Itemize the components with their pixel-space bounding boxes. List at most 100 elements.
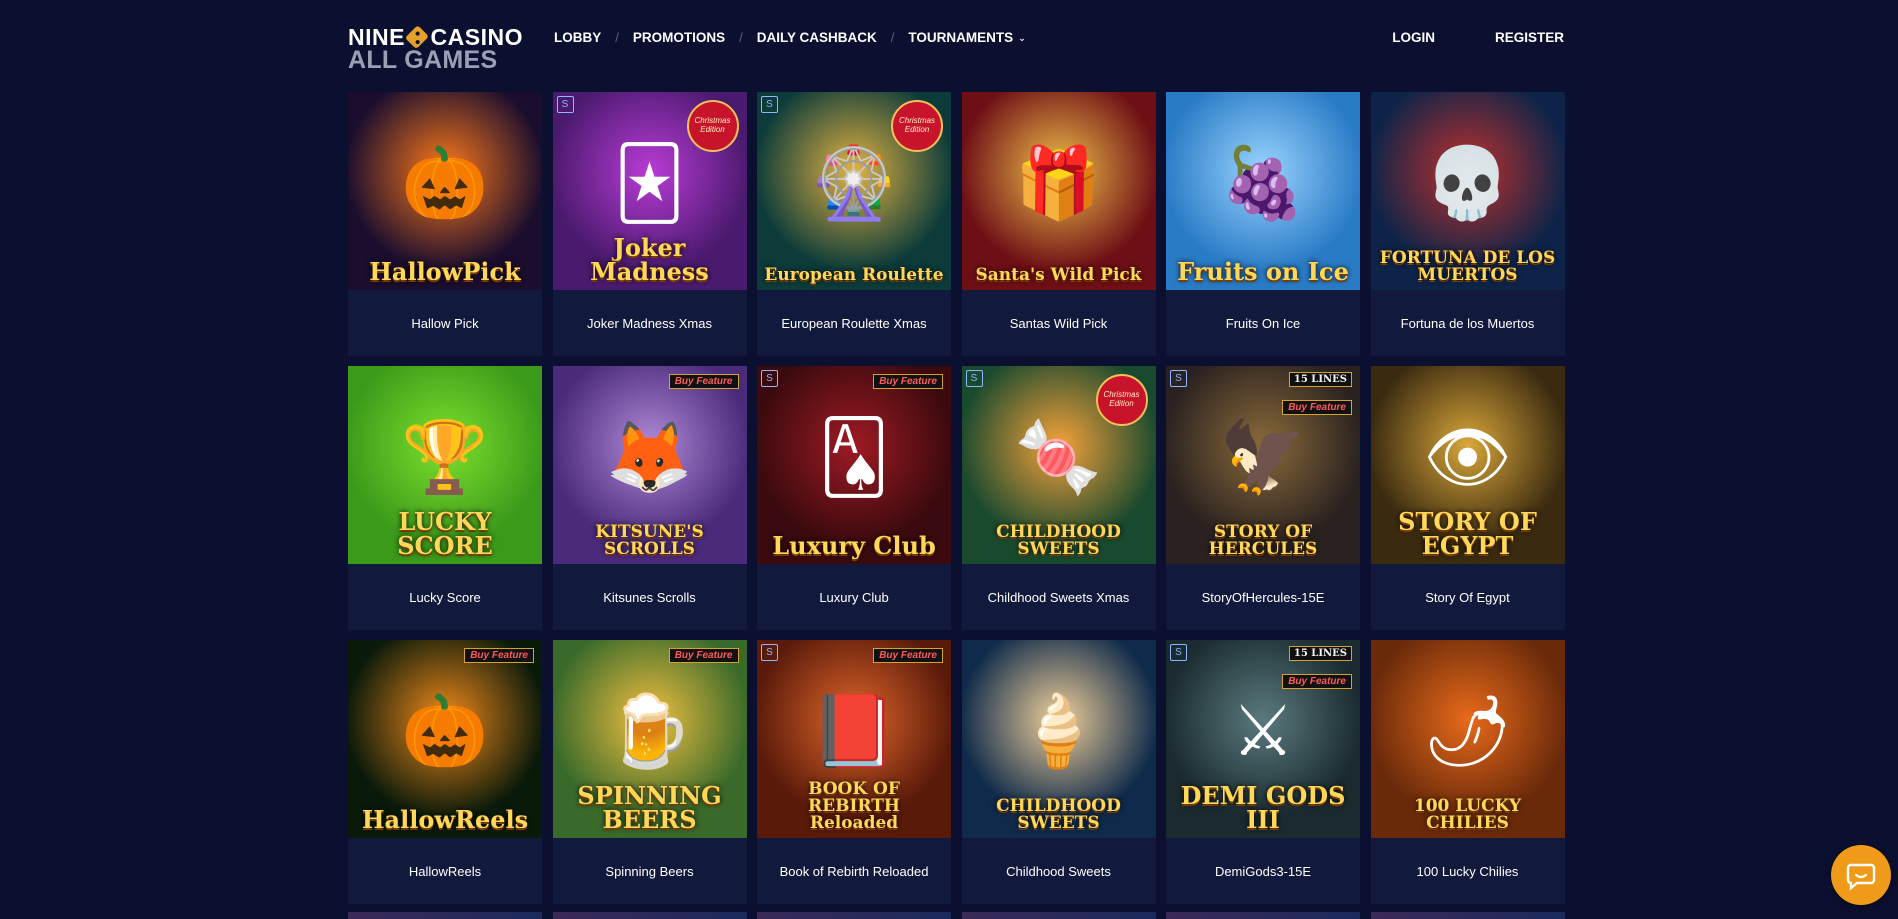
game-thumbnail[interactable]: 🃏 S Christmas Edition Joker Madness	[552, 92, 747, 290]
game-thumbnail[interactable]: 🂡 S Buy Feature Luxury Club	[757, 366, 951, 564]
game-card[interactable]: 🍺 Buy Feature SPINNING BEERS Spinning Beers	[552, 640, 747, 904]
main-nav: LOBBY / PROMOTIONS / DAILY CASHBACK / TO…	[554, 30, 1026, 45]
game-card[interactable]: 🦊 Buy Feature KITSUNE'S SCROLLS Kitsunes Sc…	[552, 366, 747, 630]
nav-separator: /	[890, 30, 895, 45]
sweets-icon: 🍬	[1014, 418, 1103, 497]
game-title: HallowReels	[408, 863, 482, 879]
game-logo-text: HallowPick	[369, 257, 521, 286]
game-card-partial[interactable]	[961, 912, 1156, 919]
lines-badge: 15 LINES	[1288, 646, 1352, 661]
nav-tournaments-label: TOURNAMENTS	[908, 30, 1014, 45]
game-card[interactable]: 🎃 Buy Feature HallowReels HallowReels	[348, 640, 542, 904]
game-title: DemiGods3-15E	[1214, 863, 1312, 879]
game-card[interactable]: 🂡 S Buy Feature Luxury Club Luxury Club	[757, 366, 951, 630]
game-thumbnail[interactable]: 🍬 S Christmas Edition CHILDHOOD SWEETS	[961, 366, 1156, 564]
game-title: Kitsunes Scrolls	[603, 589, 696, 605]
game-thumbnail[interactable]: ⚔ S 15 LINES Buy Feature DEMI GODS III	[1166, 640, 1360, 838]
game-thumbnail[interactable]: 🎁 Santa's Wild Pick	[961, 92, 1156, 290]
game-title: Fortuna de los Muertos	[1400, 315, 1535, 331]
pumpkin-icon: 🎃	[401, 692, 489, 771]
buy-feature-badge: Buy Feature	[464, 648, 534, 663]
game-card[interactable]: 🍬 S Christmas Edition CHILDHOOD SWEETS Child…	[961, 366, 1156, 630]
game-card[interactable]: 💀 FORTUNA DE LOS MUERTOS Fortuna de los Mu…	[1370, 92, 1565, 356]
game-logo-text: SPINNING BEERS	[577, 781, 722, 834]
pumpkin-icon: 🎃	[401, 144, 489, 223]
game-logo-text: Luxury Club	[772, 531, 936, 560]
game-thumbnail[interactable]: 🎃 HallowPick	[348, 92, 542, 290]
game-card[interactable]: 🌶 100 LUCKY CHILIES 100 Lucky Chilies	[1370, 640, 1565, 904]
buy-feature-badge: Buy Feature	[1282, 674, 1352, 689]
game-title: 100 Lucky Chilies	[1416, 863, 1519, 879]
game-thumbnail[interactable]: 📕 S Buy Feature BOOK OF REBIRTH Reloaded	[757, 640, 951, 838]
game-card-partial[interactable]	[348, 912, 542, 919]
game-thumbnail[interactable]: 🎃 Buy Feature HallowReels	[348, 640, 542, 838]
page-container: NINE CASINO ALL GAMES LOBBY / PROMOTIONS…	[348, 0, 1565, 919]
chevron-down-icon: ⌄	[1018, 33, 1026, 43]
game-card-partial[interactable]	[552, 912, 747, 919]
christmas-edition-badge: Christmas Edition	[686, 100, 739, 152]
nav-lobby[interactable]: LOBBY	[554, 30, 601, 45]
game-title: StoryOfHercules-15E	[1201, 589, 1325, 605]
game-thumbnail[interactable]: 🌶 100 LUCKY CHILIES	[1370, 640, 1565, 838]
game-logo-text: LUCKY SCORE	[397, 507, 493, 560]
game-title: Joker Madness Xmas	[587, 315, 712, 331]
chat-button[interactable]	[1831, 845, 1891, 905]
game-title: Lucky Score	[409, 589, 481, 605]
buy-feature-badge: Buy Feature	[873, 648, 943, 663]
game-card[interactable]: 👁 STORY OF EGYPT Story Of Egypt	[1370, 366, 1565, 630]
game-thumbnail[interactable]: 🍺 Buy Feature SPINNING BEERS	[552, 640, 747, 838]
game-card[interactable]: 🃏 S Christmas Edition Joker Madness Joker Ma…	[552, 92, 747, 356]
buy-feature-badge: Buy Feature	[873, 374, 943, 389]
game-card-partial[interactable]	[1166, 912, 1360, 919]
game-card[interactable]: ⚔ S 15 LINES Buy Feature DEMI GODS III DemiGo…	[1166, 640, 1360, 904]
game-logo-text: FORTUNA DE LOS MUERTOS	[1379, 248, 1556, 285]
game-card[interactable]: 🦅 S 15 LINES Buy Feature STORY OF HERCULES St…	[1166, 366, 1360, 630]
game-logo-text: Santa's Wild Pick	[975, 265, 1142, 285]
sweets-icon: 🍦	[1014, 692, 1103, 771]
provider-badge: S	[761, 644, 778, 661]
game-card[interactable]: 🍦 CHILDHOOD SWEETS Childhood Sweets	[961, 640, 1156, 904]
game-card-partial[interactable]	[757, 912, 951, 919]
nav-promotions[interactable]: PROMOTIONS	[633, 30, 725, 45]
game-thumbnail[interactable]: 👁 STORY OF EGYPT	[1370, 366, 1565, 564]
game-card-partial[interactable]	[1370, 912, 1565, 919]
game-logo-text: European Roulette	[764, 265, 944, 285]
game-thumbnail[interactable]: 🦅 S 15 LINES Buy Feature STORY OF HERCULES	[1166, 366, 1360, 564]
game-thumbnail[interactable]: 🍦 CHILDHOOD SWEETS	[961, 640, 1156, 838]
lines-badge: 15 LINES	[1288, 372, 1352, 387]
site-logo[interactable]: NINE CASINO ALL GAMES	[348, 24, 523, 73]
chat-bubble-icon	[1846, 863, 1876, 891]
next-row-peek	[348, 912, 1565, 919]
game-card[interactable]: 🎃 HallowPick Hallow Pick	[348, 92, 542, 356]
game-title: Childhood Sweets	[1006, 863, 1111, 879]
roulette-icon: 🎡	[810, 144, 898, 223]
game-card[interactable]: 🏆 LUCKY SCORE Lucky Score	[348, 366, 542, 630]
game-logo-text: STORY OF EGYPT	[1398, 507, 1537, 560]
game-logo-text: CHILDHOOD SWEETS	[996, 522, 1121, 559]
buy-feature-badge: Buy Feature	[668, 374, 739, 389]
provider-badge: S	[1170, 644, 1187, 661]
game-card[interactable]: 🍇 Fruits on Ice Fruits On Ice	[1166, 92, 1360, 356]
buy-feature-badge: Buy Feature	[668, 648, 739, 663]
register-link[interactable]: REGISTER	[1495, 30, 1564, 45]
game-card[interactable]: 🎡 S Christmas Edition European Roulette Euro…	[757, 92, 951, 356]
top-header: NINE CASINO ALL GAMES LOBBY / PROMOTIONS…	[348, 0, 1564, 78]
game-card[interactable]: 🎁 Santa's Wild Pick Santas Wild Pick	[961, 92, 1156, 356]
provider-badge: S	[1170, 370, 1187, 387]
trophy-icon: 🏆	[401, 418, 489, 497]
nav-daily-cashback[interactable]: DAILY CASHBACK	[757, 30, 877, 45]
game-logo-text: KITSUNE'S SCROLLS	[595, 522, 704, 559]
guitar-icon: 🌶	[1423, 692, 1512, 771]
game-thumbnail[interactable]: 💀 FORTUNA DE LOS MUERTOS	[1370, 92, 1565, 290]
game-thumbnail[interactable]: 🏆 LUCKY SCORE	[348, 366, 542, 564]
game-thumbnail[interactable]: 🎡 S Christmas Edition European Roulette	[757, 92, 951, 290]
nav-separator: /	[739, 30, 743, 45]
login-link[interactable]: LOGIN	[1392, 30, 1435, 45]
game-thumbnail[interactable]: 🍇 Fruits on Ice	[1166, 92, 1360, 290]
game-logo-text: DEMI GODS III	[1180, 781, 1346, 834]
nav-tournaments[interactable]: TOURNAMENTS ⌄	[908, 30, 1025, 45]
game-card[interactable]: 📕 S Buy Feature BOOK OF REBIRTH Reloaded Boo…	[757, 640, 951, 904]
game-thumbnail[interactable]: 🦊 Buy Feature KITSUNE'S SCROLLS	[552, 366, 747, 564]
game-logo-text: STORY OF HERCULES	[1208, 522, 1318, 559]
game-logo-text: Fruits on Ice	[1177, 257, 1349, 286]
